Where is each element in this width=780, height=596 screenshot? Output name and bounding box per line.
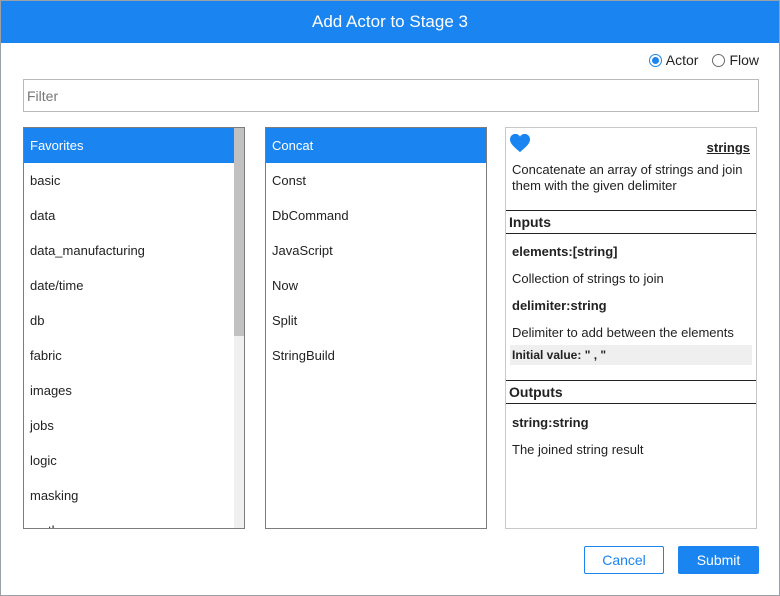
actor-radio-label: Actor <box>665 52 699 68</box>
category-item[interactable]: fabric <box>24 338 244 373</box>
category-item[interactable]: basic <box>24 163 244 198</box>
actor-detail-name[interactable]: strings <box>707 140 750 155</box>
heart-icon[interactable] <box>509 133 531 153</box>
filter-input[interactable] <box>23 79 759 112</box>
actor-item[interactable]: Concat <box>266 128 486 163</box>
actor-details-panel: strings Concatenate an array of strings … <box>505 127 757 529</box>
category-item[interactable]: db <box>24 303 244 338</box>
actor-item[interactable]: Split <box>266 303 486 338</box>
flow-radio[interactable] <box>712 53 726 67</box>
category-item[interactable]: images <box>24 373 244 408</box>
mode-actor-option[interactable]: Actor <box>648 52 699 68</box>
actor-item[interactable]: JavaScript <box>266 233 486 268</box>
input-description: Collection of strings to join <box>512 271 664 286</box>
actor-item[interactable]: Now <box>266 268 486 303</box>
actor-detail-description: Concatenate an array of strings and join… <box>512 162 743 193</box>
initial-value: " , " <box>584 348 607 362</box>
category-item[interactable]: math <box>24 513 244 528</box>
output-signature: string:string <box>512 415 589 430</box>
category-item[interactable]: data_manufacturing <box>24 233 244 268</box>
input-description: Delimiter to add between the elements <box>512 325 734 340</box>
category-item[interactable]: date/time <box>24 268 244 303</box>
initial-value-label: Initial value: <box>512 348 582 362</box>
category-item[interactable]: logic <box>24 443 244 478</box>
category-item[interactable]: masking <box>24 478 244 513</box>
category-scrollbar-thumb[interactable] <box>234 128 244 336</box>
inputs-heading: Inputs <box>506 210 756 234</box>
mode-selector: Actor Flow <box>648 52 759 68</box>
input-signature: delimiter:string <box>512 298 607 313</box>
outputs-heading: Outputs <box>506 380 756 404</box>
add-actor-dialog: Add Actor to Stage 3 Actor Flow Favorite… <box>0 0 780 596</box>
actor-item[interactable]: StringBuild <box>266 338 486 373</box>
actor-item[interactable]: Const <box>266 163 486 198</box>
category-list[interactable]: Favorites basic data data_manufacturing … <box>23 127 245 529</box>
dialog-title: Add Actor to Stage 3 <box>1 1 779 43</box>
input-signature: elements:[string] <box>512 244 618 259</box>
submit-button[interactable]: Submit <box>678 546 759 574</box>
category-item[interactable]: data <box>24 198 244 233</box>
flow-radio-label: Flow <box>729 52 759 68</box>
mode-flow-option[interactable]: Flow <box>712 52 759 68</box>
actor-item[interactable]: DbCommand <box>266 198 486 233</box>
category-scrollbar[interactable] <box>234 128 244 528</box>
actor-radio[interactable] <box>648 53 662 67</box>
initial-value-row: Initial value: " , " <box>510 345 752 365</box>
category-item[interactable]: Favorites <box>24 128 244 163</box>
category-item[interactable]: jobs <box>24 408 244 443</box>
cancel-button[interactable]: Cancel <box>584 546 664 574</box>
output-description: The joined string result <box>512 442 644 457</box>
actor-list[interactable]: Concat Const DbCommand JavaScript Now Sp… <box>265 127 487 529</box>
